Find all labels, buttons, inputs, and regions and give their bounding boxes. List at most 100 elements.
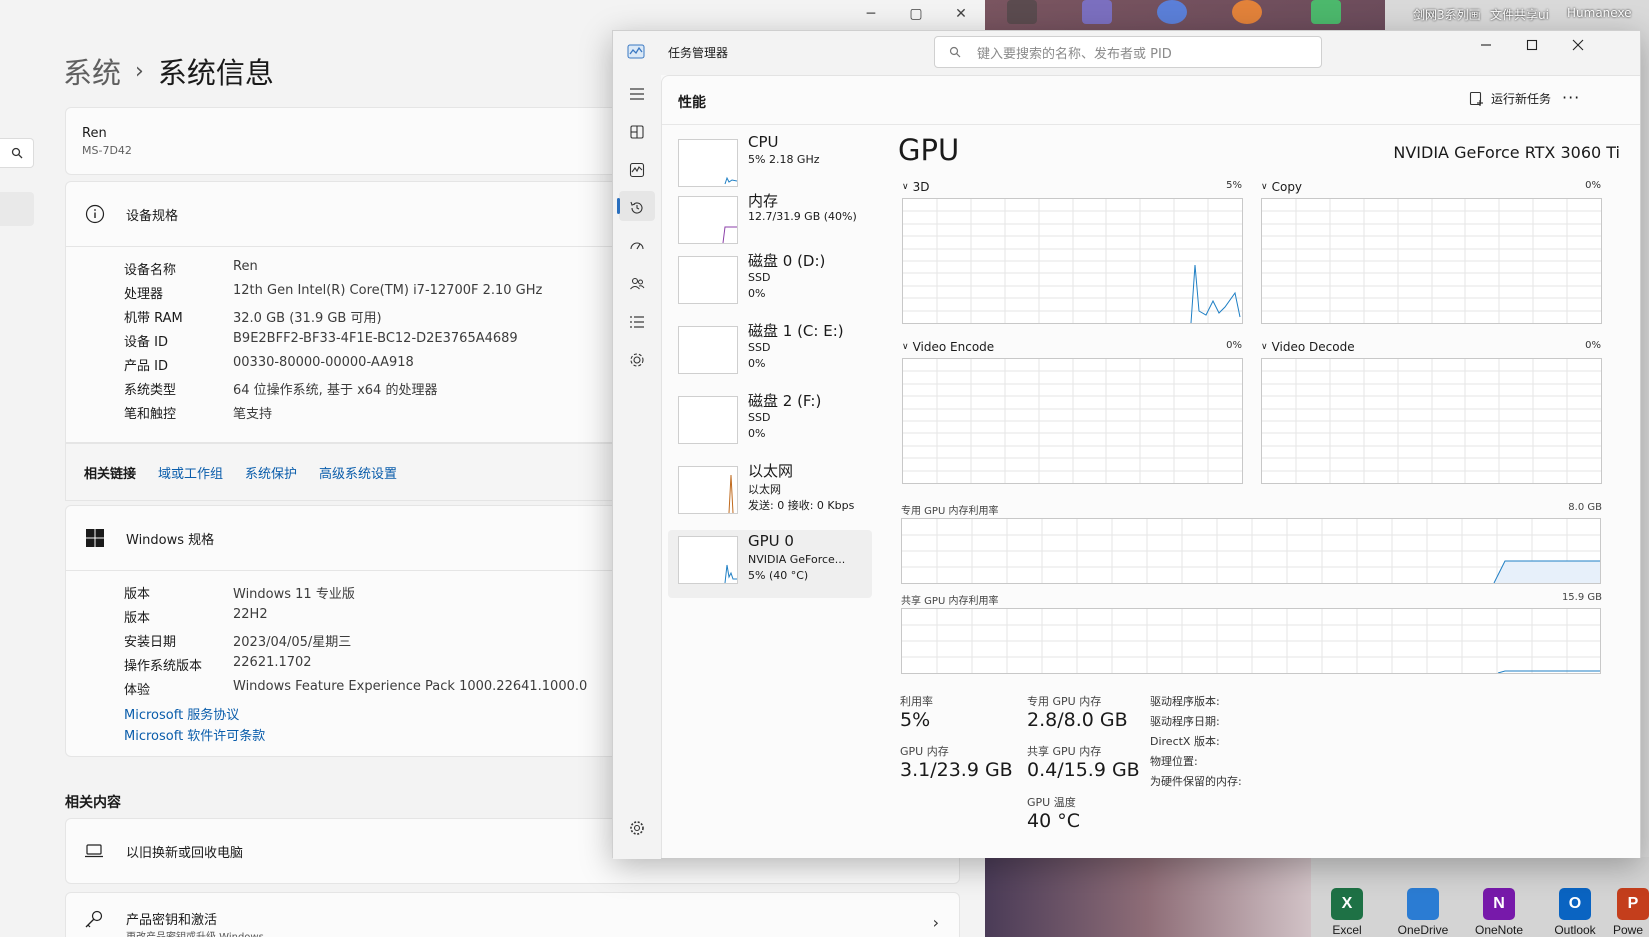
- tm-maximize-button[interactable]: [1509, 31, 1555, 59]
- desktop-icon-label[interactable]: 剑网3系列画: [1413, 6, 1481, 23]
- device-detail: SSD: [748, 341, 771, 354]
- desktop-app-icon[interactable]: [1082, 0, 1112, 24]
- dedicated-memory-label: 专用 GPU 内存: [1027, 695, 1102, 708]
- trade-in-label: 以旧换新或回收电脑: [126, 845, 244, 861]
- device-item-disk-2[interactable]: 磁盘 2 (F:) SSD 0%: [668, 390, 872, 458]
- spec-key: 版本: [124, 587, 151, 602]
- settings-gear-icon[interactable]: [625, 816, 649, 840]
- desktop-app-icon[interactable]: [1311, 0, 1341, 24]
- related-links-label: 相关链接: [84, 466, 137, 482]
- run-task-icon: [1469, 91, 1483, 106]
- device-name: GPU 0: [748, 532, 794, 550]
- onenote-icon: N: [1483, 888, 1515, 920]
- device-name: 以太网: [748, 462, 794, 480]
- link-license-terms[interactable]: Microsoft 软件许可条款: [124, 725, 265, 744]
- desktop-app-icon[interactable]: [1007, 0, 1037, 24]
- dedicated-memory-value: 2.8/8.0 GB: [1027, 709, 1128, 731]
- device-item-disk-1[interactable]: 磁盘 1 (C: E:) SSD 0%: [668, 320, 872, 388]
- device-detail: SSD: [748, 271, 771, 284]
- tm-close-button[interactable]: [1555, 31, 1601, 59]
- dedicated-memory-graph-label: 专用 GPU 内存利用率: [901, 506, 999, 517]
- device-item-ethernet[interactable]: 以太网 以太网 发送: 0 接收: 0 Kbps: [668, 460, 872, 528]
- device-specs-title: 设备规格: [126, 208, 179, 224]
- desktop-app-icon[interactable]: [1157, 0, 1187, 24]
- device-item-memory[interactable]: 内存 12.7/31.9 GB (40%): [668, 190, 872, 258]
- outlook-shortcut[interactable]: O Outlook: [1539, 888, 1611, 937]
- excel-shortcut[interactable]: X Excel: [1311, 888, 1383, 937]
- link-system-protection[interactable]: 系统保护: [245, 463, 297, 482]
- device-name: 磁盘 0 (D:): [748, 252, 826, 270]
- spec-row: 处理器 12th Gen Intel(R) Core(TM) i7-12700F …: [124, 283, 542, 302]
- spec-value: Ren: [233, 259, 258, 274]
- process-search-input[interactable]: 键入要搜索的名称、发布者或 PID: [934, 36, 1322, 68]
- spec-key: 设备名称: [124, 263, 177, 278]
- performance-icon[interactable]: [625, 158, 649, 182]
- chevron-down-icon: ∨: [1261, 342, 1268, 352]
- breadcrumb-parent[interactable]: 系统: [63, 50, 121, 92]
- spec-value: 00330-80000-00000-AA918: [233, 355, 414, 370]
- engine-selector-video-encode[interactable]: ∨ Video Encode: [902, 340, 994, 354]
- run-new-task-label: 运行新任务: [1491, 92, 1552, 106]
- link-advanced-system-settings[interactable]: 高级系统设置: [319, 463, 397, 482]
- settings-search-button[interactable]: [0, 138, 34, 168]
- device-name: 磁盘 2 (F:): [748, 392, 822, 410]
- breadcrumb-separator: ›: [135, 58, 144, 84]
- link-domain-workgroup[interactable]: 域或工作组: [158, 463, 223, 482]
- startup-apps-icon[interactable]: [625, 234, 649, 258]
- details-icon[interactable]: [625, 310, 649, 334]
- task-manager-titlebar[interactable]: 任务管理器 键入要搜索的名称、发布者或 PID: [613, 31, 1640, 75]
- engine-selector-video-decode[interactable]: ∨ Video Decode: [1261, 340, 1355, 354]
- shared-memory-label: 共享 GPU 内存: [1027, 745, 1102, 758]
- powerpoint-label: Powe: [1613, 923, 1644, 937]
- engine-selector-3d[interactable]: ∨ 3D: [902, 180, 929, 194]
- spec-key: 设备 ID: [124, 335, 168, 350]
- device-name: CPU: [748, 133, 779, 151]
- powerpoint-shortcut[interactable]: P Powe: [1613, 888, 1649, 937]
- link-service-agreement[interactable]: Microsoft 服务协议: [124, 704, 239, 723]
- hamburger-menu-icon[interactable]: [625, 82, 649, 106]
- graph-copy: [1261, 198, 1602, 324]
- shared-memory-max: 15.9 GB: [1561, 592, 1602, 603]
- shared-memory-value: 0.4/15.9 GB: [1027, 759, 1140, 781]
- minimize-button[interactable]: ─: [848, 2, 894, 26]
- spec-value: 12th Gen Intel(R) Core(TM) i7-12700F 2.1…: [233, 283, 543, 298]
- spec-key: 操作系统版本: [124, 659, 203, 674]
- dedicated-memory-max: 8.0 GB: [1568, 502, 1602, 513]
- onenote-shortcut[interactable]: N OneNote: [1463, 888, 1535, 937]
- device-item-disk-0[interactable]: 磁盘 0 (D:) SSD 0%: [668, 250, 872, 318]
- run-new-task-button[interactable]: 运行新任务: [1469, 90, 1551, 107]
- maximize-button[interactable]: ▢: [893, 2, 939, 26]
- outlook-icon: O: [1559, 888, 1591, 920]
- desktop-icon-label[interactable]: Humanexe: [1567, 6, 1632, 20]
- search-icon: [11, 147, 22, 159]
- spec-row: 产品 ID 00330-80000-00000-AA918: [124, 355, 414, 374]
- spec-key: 版本: [124, 611, 151, 626]
- desktop-app-icon[interactable]: [1232, 0, 1262, 24]
- product-key-title: 产品密钥和激活: [126, 913, 218, 928]
- product-key-subtitle: 更改产品密钥或升级 Windows: [126, 928, 264, 937]
- excel-icon: X: [1331, 888, 1363, 920]
- device-detail: 0%: [748, 357, 766, 370]
- processes-icon[interactable]: [625, 120, 649, 144]
- spec-value: 32.0 GB (31.9 GB 可用): [233, 311, 382, 326]
- product-key-card[interactable]: 产品密钥和激活 更改产品密钥或升级 Windows ›: [65, 892, 960, 937]
- users-icon[interactable]: [625, 272, 649, 296]
- onedrive-shortcut[interactable]: OneDrive: [1387, 888, 1459, 937]
- app-history-icon[interactable]: [625, 196, 649, 220]
- device-item-gpu-0[interactable]: GPU 0 NVIDIA GeForce... 5% (40 °C): [668, 530, 872, 598]
- close-button[interactable]: ✕: [938, 2, 984, 26]
- nav-selected-item[interactable]: [0, 192, 34, 226]
- task-manager-title: 任务管理器: [668, 46, 729, 60]
- spec-row: 设备 ID B9E2BFF2-BF33-4F1E-BC12-D2E3765A468…: [124, 331, 518, 350]
- chevron-down-icon: ∨: [1261, 182, 1268, 192]
- engine-selector-copy[interactable]: ∨ Copy: [1261, 180, 1302, 194]
- more-options-button[interactable]: ···: [1562, 88, 1580, 107]
- tm-minimize-button[interactable]: [1463, 31, 1509, 59]
- desktop-icon-label[interactable]: 文件共享ui: [1490, 6, 1549, 23]
- windows-specs-title: Windows 规格: [126, 532, 215, 548]
- related-content-title: 相关内容: [65, 795, 121, 811]
- onenote-label: OneNote: [1474, 923, 1524, 937]
- services-icon[interactable]: [625, 348, 649, 372]
- engine-percent: 0%: [1585, 180, 1601, 191]
- spec-row: 操作系统版本 22621.1702: [124, 655, 312, 674]
